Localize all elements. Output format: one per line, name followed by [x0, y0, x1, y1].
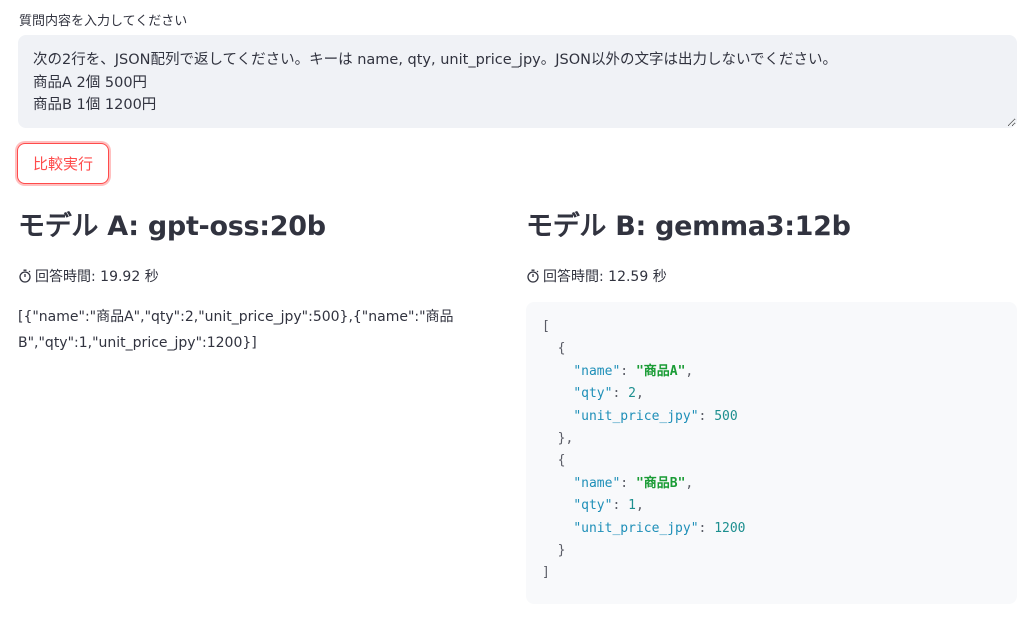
model-a-time-text: 回答時間: 19.92 秒 — [35, 269, 159, 285]
json-comma: , — [685, 363, 694, 379]
json-comma: , — [635, 386, 644, 402]
code-line: "name": "商品A", — [542, 361, 1001, 383]
json-key: "name" — [573, 363, 621, 379]
json-comma: , — [635, 498, 644, 514]
code-line: }, — [542, 428, 1001, 450]
stopwatch-icon — [19, 269, 31, 283]
json-key: "unit_price_jpy" — [573, 520, 699, 536]
model-b-code-block: [ { "name": "商品A", "qty": 2, "unit_price… — [526, 302, 1017, 604]
json-string: "商品A" — [635, 363, 686, 379]
model-b-title: モデル B: gemma3:12b — [526, 211, 851, 242]
json-brace-close: }, — [557, 430, 574, 446]
code-line: { — [542, 338, 1001, 360]
model-a-response-time: 回答時間: 19.92 秒 — [18, 266, 468, 286]
code-line: "qty": 1, — [542, 495, 1001, 517]
code-line: "name": "商品B", — [542, 473, 1001, 495]
stopwatch-icon — [527, 269, 539, 283]
json-close-bracket: ] — [542, 565, 550, 581]
json-colon: : — [620, 475, 636, 491]
compare-run-button[interactable]: 比較実行 — [17, 143, 109, 184]
model-b-time-text: 回答時間: 12.59 秒 — [543, 269, 667, 285]
json-colon: : — [612, 386, 629, 402]
question-input-label: 質問内容を入力してください — [19, 14, 188, 29]
json-brace-close: } — [557, 542, 566, 558]
json-colon: : — [612, 498, 629, 514]
code-line: { — [542, 450, 1001, 472]
code-line: ] — [542, 562, 1001, 584]
json-colon: : — [698, 408, 715, 424]
model-b-response-time: 回答時間: 12.59 秒 — [526, 266, 1017, 286]
question-textarea[interactable]: 次の2行を、JSON配列で返してください。キーは name, qty, unit… — [18, 35, 1017, 128]
model-a-column: モデル A: gpt-oss:20b 回答時間: 19.92 秒 [{"name… — [18, 205, 468, 356]
json-brace: { — [542, 341, 566, 357]
model-a-answer: [{"name":"商品A","qty":2,"unit_price_jpy":… — [18, 309, 454, 351]
code-line: "unit_price_jpy": 500 — [542, 406, 1001, 428]
json-key: "qty" — [573, 386, 613, 402]
json-number: 1 — [628, 498, 636, 514]
json-comma: , — [685, 475, 694, 491]
code-line: "unit_price_jpy": 1200 — [542, 518, 1001, 540]
model-a-title: モデル A: gpt-oss:20b — [18, 211, 326, 242]
json-colon: : — [620, 363, 636, 379]
model-b-column: モデル B: gemma3:12b 回答時間: 12.59 秒 [ { "nam… — [526, 205, 1017, 604]
code-line: "qty": 2, — [542, 383, 1001, 405]
json-open-bracket: [ — [542, 319, 550, 334]
json-string: "商品B" — [635, 475, 686, 491]
json-number: 1200 — [714, 520, 746, 536]
code-line: [ — [542, 316, 1001, 338]
json-number: 2 — [628, 386, 636, 402]
json-key: "unit_price_jpy" — [573, 408, 699, 424]
json-number: 500 — [714, 408, 738, 424]
json-brace: { — [542, 453, 566, 469]
code-line: } — [542, 540, 1001, 562]
json-key: "qty" — [573, 498, 613, 514]
json-key: "name" — [573, 475, 621, 491]
json-colon: : — [698, 520, 715, 536]
